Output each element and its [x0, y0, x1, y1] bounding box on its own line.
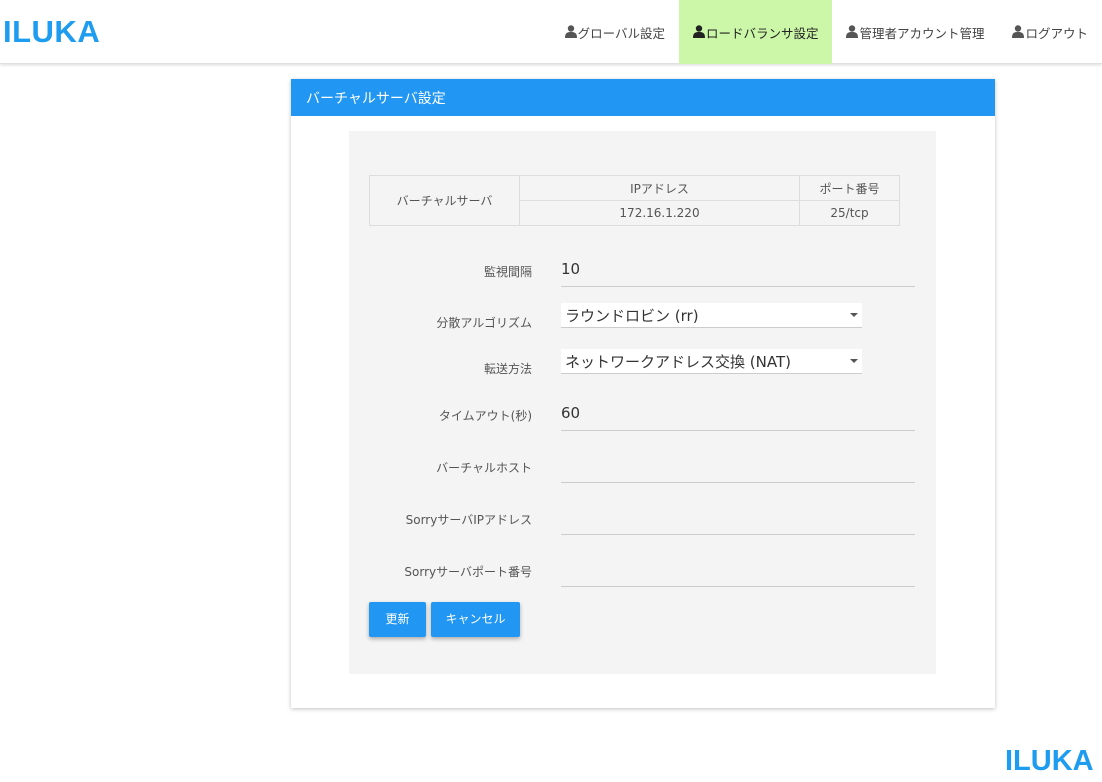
nav-item-global-settings[interactable]: グローバル設定 — [551, 0, 679, 64]
algorithm-label: 分散アルゴリズム — [436, 316, 532, 330]
interval-label: 監視間隔 — [483, 265, 532, 279]
nav-item-logout[interactable]: ログアウト — [998, 0, 1102, 64]
sorry-port-label: Sorryサーバポート番号 — [404, 565, 532, 579]
port-column-header: ポート番号 — [799, 175, 900, 201]
nav-item-admin-accounts[interactable]: 管理者アカウント管理 — [832, 0, 998, 64]
ip-address-cell: 172.16.1.220 — [519, 200, 800, 226]
nav-item-load-balancer-settings[interactable]: ロードバランサ設定 — [678, 0, 833, 64]
virtual-server-table: バーチャルサーバ IPアドレス ポート番号 172.16.1.220 25/tc… — [369, 175, 900, 226]
algorithm-selected-value: ラウンドロビン (rr) — [565, 307, 699, 325]
timeout-label: タイムアウト(秒) — [438, 409, 532, 423]
nav-item-label: グローバル設定 — [577, 25, 665, 41]
algorithm-select[interactable]: ラウンドロビン (rr) — [561, 303, 862, 328]
chevron-down-icon — [850, 359, 858, 363]
sorry-port-input[interactable] — [561, 553, 915, 587]
user-icon — [1012, 24, 1025, 38]
sorry-ip-label: SorryサーバIPアドレス — [405, 513, 532, 527]
card-title: バーチャルサーバ設定 — [291, 79, 995, 116]
virtual-host-input[interactable] — [561, 449, 915, 483]
forwarding-selected-value: ネットワークアドレス交換 (NAT) — [565, 353, 791, 371]
footer-brand-logo: ILUKA — [1005, 745, 1094, 777]
forwarding-select[interactable]: ネットワークアドレス交換 (NAT) — [561, 349, 862, 374]
port-cell: 25/tcp — [799, 200, 900, 226]
settings-panel: バーチャルサーバ IPアドレス ポート番号 172.16.1.220 25/tc… — [349, 131, 936, 674]
nav-item-label: 管理者アカウント管理 — [859, 25, 985, 41]
user-icon — [692, 24, 705, 38]
ip-column-header: IPアドレス — [519, 175, 800, 201]
main-nav: グローバル設定 ロードバランサ設定 管理者アカウント管理 ログアウト — [551, 0, 1102, 64]
sorry-ip-input[interactable] — [561, 501, 915, 535]
user-icon — [564, 24, 577, 38]
virtual-host-label: バーチャルホスト — [436, 461, 532, 475]
forwarding-label: 転送方法 — [483, 362, 532, 376]
brand-logo[interactable]: ILUKA — [3, 14, 100, 50]
timeout-input[interactable]: 60 — [561, 397, 915, 431]
interval-input[interactable]: 10 — [561, 253, 915, 287]
top-navbar: ILUKA グローバル設定 ロードバランサ設定 管理者アカウント管理 ログアウト — [0, 0, 1102, 64]
chevron-down-icon — [850, 313, 858, 317]
nav-item-label: ログアウト — [1025, 25, 1088, 41]
virtual-server-row-header: バーチャルサーバ — [369, 175, 520, 226]
user-icon — [846, 24, 859, 38]
nav-item-label: ロードバランサ設定 — [705, 25, 819, 41]
virtual-server-settings-card: バーチャルサーバ設定 バーチャルサーバ IPアドレス ポート番号 172.16.… — [291, 79, 995, 708]
cancel-button[interactable]: キャンセル — [431, 602, 520, 637]
update-button[interactable]: 更新 — [369, 602, 426, 637]
